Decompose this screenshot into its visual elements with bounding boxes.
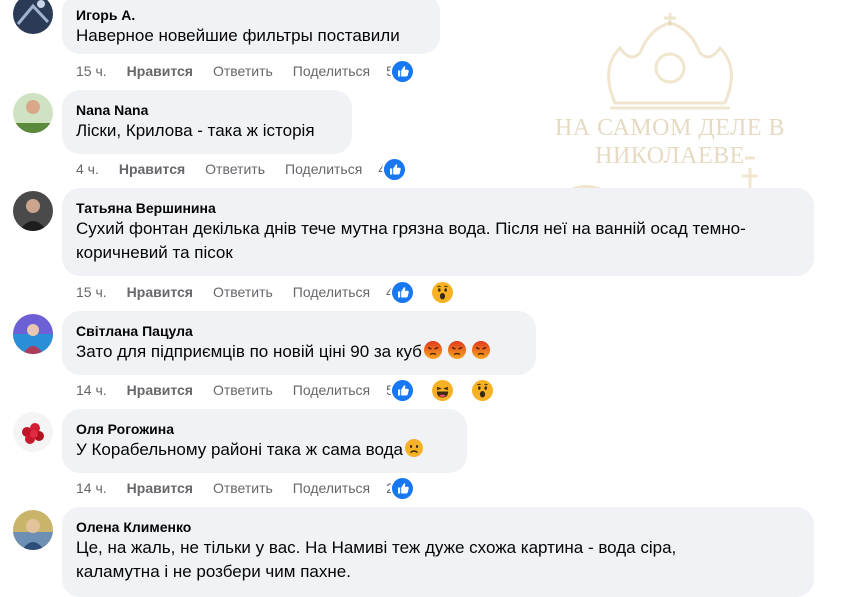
comment-time[interactable]: 15 ч.	[76, 284, 107, 300]
wow-icon	[469, 377, 495, 403]
avatar[interactable]	[13, 412, 53, 452]
reactions-summary[interactable]: 4	[386, 279, 475, 305]
share-button[interactable]: Поделиться	[293, 284, 370, 300]
reply-button[interactable]: Ответить	[205, 161, 265, 177]
reactions-summary[interactable]: 5	[386, 58, 435, 84]
comment-text-line-2: каламутна і не розбери чим пахне.	[76, 562, 351, 581]
comment-bubble: Игорь А. Наверное новейшие фильтры поста…	[62, 0, 440, 54]
comment-author[interactable]: Татьяна Вершинина	[76, 199, 800, 217]
comment-author[interactable]: Оля Рогожина	[76, 420, 453, 438]
reply-button[interactable]: Ответить	[213, 284, 273, 300]
comment-actions: 15 ч. Нравится Ответить Поделиться 5	[76, 58, 435, 84]
like-button[interactable]: Нравится	[127, 63, 193, 79]
like-icon	[389, 475, 415, 501]
share-button[interactable]: Поделиться	[293, 63, 370, 79]
reply-button[interactable]: Ответить	[213, 480, 273, 496]
frown-emoji	[404, 438, 424, 465]
angry-emoji	[423, 340, 443, 367]
reply-button[interactable]: Ответить	[213, 382, 273, 398]
comment-bubble: Татьяна Вершинина Сухий фонтан декілька …	[62, 188, 814, 276]
angry-emoji	[471, 340, 491, 367]
comment-text: Наверное новейшие фильтры поставили	[76, 26, 400, 45]
like-button[interactable]: Нравится	[127, 480, 193, 496]
comment-text-content: Зато для підприємців по новій ціні 90 за…	[76, 342, 422, 361]
like-button[interactable]: Нравится	[127, 284, 193, 300]
like-icon	[389, 279, 415, 305]
angry-emoji	[447, 340, 467, 367]
comment-actions: 15 ч. Нравится Ответить Поделиться 4	[76, 279, 475, 305]
comment-text: Зато для підприємців по новій ціні 90 за…	[76, 340, 522, 367]
comment-author[interactable]: Игорь А.	[76, 6, 426, 24]
avatar[interactable]	[13, 93, 53, 133]
reactions-summary[interactable]: 2	[386, 475, 435, 501]
watermark-line-2: НИКОЛАЕВЕ	[595, 143, 745, 169]
comment-text-line-2: коричневий та пісок	[76, 243, 233, 262]
comment-bubble: Олена Клименко Це, на жаль, не тільки у …	[62, 507, 814, 597]
wow-icon	[429, 279, 455, 305]
like-icon	[389, 377, 415, 403]
avatar[interactable]	[13, 0, 53, 34]
watermark-line-1: НА САМОМ ДЕЛЕ В	[555, 115, 785, 141]
reactions-summary[interactable]: 5	[386, 377, 515, 403]
comment-time[interactable]: 4 ч.	[76, 161, 99, 177]
comment-author[interactable]: Світлана Пацула	[76, 322, 522, 340]
like-button[interactable]: Нравится	[127, 382, 193, 398]
comment-text: У Корабельному районі така ж сама вода	[76, 438, 453, 465]
comment-author[interactable]: Олена Клименко	[76, 518, 800, 536]
like-icon	[389, 58, 415, 84]
share-button[interactable]: Поделиться	[293, 382, 370, 398]
comment-time[interactable]: 14 ч.	[76, 382, 107, 398]
comment-bubble: Світлана Пацула Зато для підприємців по …	[62, 311, 536, 375]
haha-icon	[429, 377, 455, 403]
comment-bubble: Nana Nana Ліски, Крилова - така ж історі…	[62, 90, 352, 154]
like-icon	[382, 156, 408, 182]
comment-time[interactable]: 14 ч.	[76, 480, 107, 496]
comment-text-content: У Корабельному районі така ж сама вода	[76, 440, 403, 459]
avatar[interactable]	[13, 510, 53, 550]
share-button[interactable]: Поделиться	[293, 480, 370, 496]
comment-text-line-1: Сухий фонтан декілька днів тече мутна гр…	[76, 219, 746, 238]
avatar[interactable]	[13, 191, 53, 231]
share-button[interactable]: Поделиться	[285, 161, 362, 177]
watermark-text: НА САМОМ ДЕЛЕ В НИКОЛАЕВЕ	[520, 114, 820, 170]
comment-time[interactable]: 15 ч.	[76, 63, 107, 79]
comment-text-line-1: Це, на жаль, не тільки у вас. На Намиві …	[76, 538, 677, 557]
comment-actions: 14 ч. Нравится Ответить Поделиться 2	[76, 475, 435, 501]
comment-actions: 4 ч. Нравится Ответить Поделиться 4	[76, 156, 427, 182]
avatar[interactable]	[13, 314, 53, 354]
reply-button[interactable]: Ответить	[213, 63, 273, 79]
comment-bubble: Оля Рогожина У Корабельному районі така …	[62, 409, 467, 473]
comment-author[interactable]: Nana Nana	[76, 101, 338, 119]
comment-actions: 14 ч. Нравится Ответить Поделиться 5	[76, 377, 515, 403]
like-button[interactable]: Нравится	[119, 161, 185, 177]
reactions-summary[interactable]: 4	[378, 156, 427, 182]
comment-text: Ліски, Крилова - така ж історія	[76, 121, 315, 140]
